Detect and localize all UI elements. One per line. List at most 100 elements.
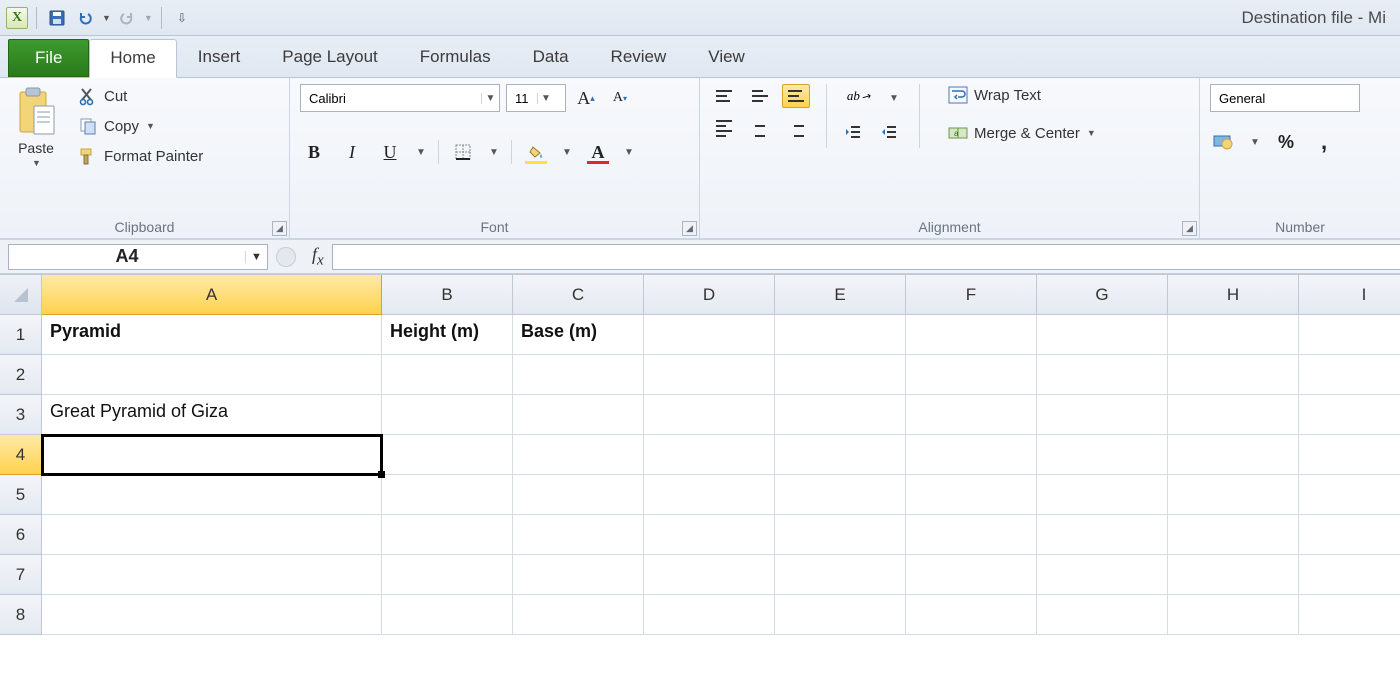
increase-font-icon[interactable]: A▴ [572,84,600,112]
cell-b6[interactable] [382,515,513,555]
cell-g7[interactable] [1037,555,1168,595]
cell-g6[interactable] [1037,515,1168,555]
cell-h5[interactable] [1168,475,1299,515]
chevron-down-icon[interactable]: ▼ [560,138,574,166]
col-header-e[interactable]: E [775,275,906,315]
cell-f5[interactable] [906,475,1037,515]
cell-g5[interactable] [1037,475,1168,515]
format-painter-button[interactable]: Format Painter [74,144,207,168]
cut-button[interactable]: Cut [74,84,207,108]
font-size-combo[interactable]: 11 ▼ [506,84,566,112]
redo-button[interactable] [115,6,139,30]
increase-indent-button[interactable] [875,120,903,144]
cell-b4[interactable] [382,435,513,475]
col-header-f[interactable]: F [906,275,1037,315]
cell-d4[interactable] [644,435,775,475]
cell-c4[interactable] [513,435,644,475]
cell-i5[interactable] [1299,475,1400,515]
fx-label-icon[interactable]: fx [304,244,332,270]
decrease-indent-button[interactable] [839,120,867,144]
fx-insert-icon[interactable] [276,247,296,267]
percent-style-button[interactable]: % [1272,128,1300,156]
cell-c5[interactable] [513,475,644,515]
align-bottom-button[interactable] [782,84,810,108]
cell-f1[interactable] [906,315,1037,355]
qat-customize-icon[interactable]: ⇩ [170,6,194,30]
font-color-button[interactable]: A [584,138,612,166]
select-all-corner[interactable] [0,275,42,315]
cell-e1[interactable] [775,315,906,355]
orientation-button[interactable]: ab↗ [839,84,879,108]
cell-e8[interactable] [775,595,906,635]
cell-e7[interactable] [775,555,906,595]
row-header-5[interactable]: 5 [0,475,42,515]
tab-file[interactable]: File [8,39,89,77]
col-header-h[interactable]: H [1168,275,1299,315]
col-header-a[interactable]: A [42,275,382,315]
copy-button[interactable]: Copy ▼ [74,114,207,138]
formula-input[interactable] [332,244,1400,270]
font-name-combo[interactable]: Calibri ▼ [300,84,500,112]
cell-a8[interactable] [42,595,382,635]
col-header-i[interactable]: I [1299,275,1400,315]
cell-g4[interactable] [1037,435,1168,475]
tab-insert[interactable]: Insert [177,38,262,77]
dialog-launcher-icon[interactable]: ◢ [1182,221,1197,236]
cell-i1[interactable] [1299,315,1400,355]
cell-d6[interactable] [644,515,775,555]
cell-c1[interactable]: Base (m) [513,315,644,355]
cell-b3[interactable] [382,395,513,435]
cell-i3[interactable] [1299,395,1400,435]
cell-d3[interactable] [644,395,775,435]
row-header-2[interactable]: 2 [0,355,42,395]
wrap-text-button[interactable]: Wrap Text [944,84,1100,106]
undo-dropdown-icon[interactable]: ▼ [102,13,111,23]
cell-i6[interactable] [1299,515,1400,555]
tab-view[interactable]: View [687,38,766,77]
comma-style-button[interactable]: , [1310,128,1338,156]
chevron-down-icon[interactable]: ▼ [245,251,267,263]
row-header-7[interactable]: 7 [0,555,42,595]
cell-a1[interactable]: Pyramid [42,315,382,355]
cell-h8[interactable] [1168,595,1299,635]
italic-button[interactable]: I [338,138,366,166]
cell-f3[interactable] [906,395,1037,435]
cell-b8[interactable] [382,595,513,635]
tab-formulas[interactable]: Formulas [399,38,512,77]
cell-d2[interactable] [644,355,775,395]
dialog-launcher-icon[interactable]: ◢ [682,221,697,236]
cell-g2[interactable] [1037,355,1168,395]
redo-dropdown-icon[interactable]: ▼ [144,13,153,23]
align-middle-button[interactable] [746,84,774,108]
undo-button[interactable] [73,6,97,30]
number-format-combo[interactable]: General [1210,84,1360,112]
col-header-g[interactable]: G [1037,275,1168,315]
chevron-down-icon[interactable]: ▼ [1248,128,1262,156]
cell-a3[interactable]: Great Pyramid of Giza [42,395,382,435]
cell-b2[interactable] [382,355,513,395]
bold-button[interactable]: B [300,138,328,166]
cell-c6[interactable] [513,515,644,555]
align-left-button[interactable] [710,116,738,140]
cell-e2[interactable] [775,355,906,395]
cell-f6[interactable] [906,515,1037,555]
cell-b7[interactable] [382,555,513,595]
fill-color-button[interactable] [522,138,550,166]
row-header-3[interactable]: 3 [0,395,42,435]
tab-review[interactable]: Review [590,38,688,77]
cell-d7[interactable] [644,555,775,595]
decrease-font-icon[interactable]: A▾ [606,84,634,112]
cell-h3[interactable] [1168,395,1299,435]
col-header-d[interactable]: D [644,275,775,315]
cell-e6[interactable] [775,515,906,555]
col-header-c[interactable]: C [513,275,644,315]
cell-h7[interactable] [1168,555,1299,595]
cell-d5[interactable] [644,475,775,515]
col-header-b[interactable]: B [382,275,513,315]
cell-d8[interactable] [644,595,775,635]
underline-button[interactable]: U [376,138,404,166]
cell-h4[interactable] [1168,435,1299,475]
cell-i8[interactable] [1299,595,1400,635]
tab-home[interactable]: Home [89,39,176,78]
cell-c7[interactable] [513,555,644,595]
